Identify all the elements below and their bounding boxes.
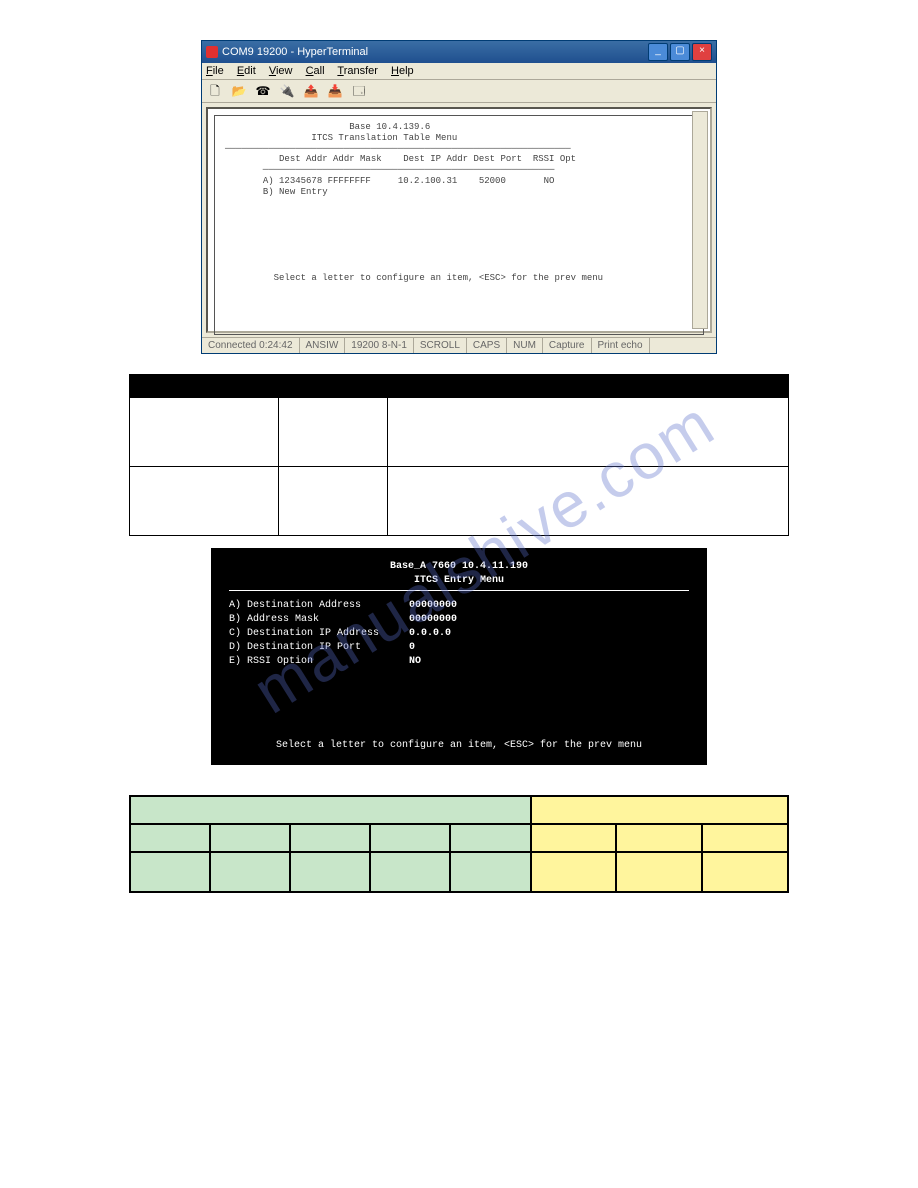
menu-edit[interactable]: Edit — [237, 65, 256, 77]
status-connected: Connected 0:24:42 — [202, 338, 300, 353]
itcs-entry-console: Base_A 7660 10.4.11.190 ITCS Entry Menu … — [211, 548, 707, 765]
table-cell — [210, 824, 290, 852]
table-cell — [290, 852, 370, 892]
description-table — [129, 374, 789, 536]
table-cell — [130, 852, 210, 892]
terminal-text: Base 10.4.139.6 ITCS Translation Table M… — [214, 115, 704, 335]
console-row: C) Destination IP Address0.0.0.0 — [229, 627, 689, 641]
table-cell — [210, 852, 290, 892]
close-button[interactable]: × — [692, 43, 712, 61]
table-cell — [388, 467, 789, 536]
connect-icon[interactable]: ☎ — [254, 82, 272, 100]
console-row: A) Destination Address00000000 — [229, 599, 689, 613]
status-caps: CAPS — [467, 338, 507, 353]
table-cell — [279, 467, 388, 536]
console-header1: Base_A 7660 10.4.11.190 — [229, 560, 689, 574]
disconnect-icon[interactable]: 🔌 — [278, 82, 296, 100]
packet-layout-table — [129, 795, 789, 893]
new-icon[interactable]: 🗋 — [206, 82, 224, 100]
titlebar: COM9 19200 - HyperTerminal _ ▢ × — [202, 41, 716, 63]
statusbar: Connected 0:24:42 ANSIW 19200 8-N-1 SCRO… — [202, 337, 716, 353]
properties-icon[interactable]: 🗔 — [350, 82, 368, 100]
console-row: E) RSSI OptionNO — [229, 655, 689, 669]
status-emulation: ANSIW — [300, 338, 346, 353]
status-capture: Capture — [543, 338, 592, 353]
minimize-button[interactable]: _ — [648, 43, 668, 61]
maximize-button[interactable]: ▢ — [670, 43, 690, 61]
terminal-area: Base 10.4.139.6 ITCS Translation Table M… — [206, 107, 712, 333]
menu-transfer[interactable]: Transfer — [337, 65, 378, 77]
table-cell — [702, 824, 788, 852]
console-row: B) Address Mask00000000 — [229, 613, 689, 627]
table-cell — [531, 852, 617, 892]
table-cell — [531, 796, 788, 824]
send-icon[interactable]: 📤 — [302, 82, 320, 100]
receive-icon[interactable]: 📥 — [326, 82, 344, 100]
table-cell — [450, 852, 530, 892]
console-footer: Select a letter to configure an item, <E… — [229, 739, 689, 753]
table-cell — [370, 824, 450, 852]
table-cell — [702, 852, 788, 892]
hyperterminal-window: COM9 19200 - HyperTerminal _ ▢ × File Ed… — [201, 40, 717, 354]
menu-view[interactable]: View — [269, 65, 293, 77]
table-cell — [370, 852, 450, 892]
table-cell — [130, 824, 210, 852]
window-title: COM9 19200 - HyperTerminal — [222, 46, 368, 58]
menubar: File Edit View Call Transfer Help — [202, 63, 716, 80]
table-cell — [290, 824, 370, 852]
table-cell — [130, 398, 279, 467]
open-icon[interactable]: 📂 — [230, 82, 248, 100]
menu-call[interactable]: Call — [306, 65, 325, 77]
console-header2: ITCS Entry Menu — [229, 574, 689, 588]
table-cell — [616, 824, 702, 852]
app-icon — [206, 46, 218, 58]
status-scroll: SCROLL — [414, 338, 467, 353]
table-cell — [130, 467, 279, 536]
table-cell — [279, 398, 388, 467]
table-cell — [130, 796, 531, 824]
table-cell — [450, 824, 530, 852]
table-cell — [531, 824, 617, 852]
status-num: NUM — [507, 338, 543, 353]
toolbar: 🗋 📂 ☎ 🔌 📤 📥 🗔 — [202, 80, 716, 103]
table-cell — [388, 398, 789, 467]
menu-file[interactable]: File — [206, 65, 224, 77]
scrollbar[interactable] — [692, 111, 708, 329]
status-baud: 19200 8-N-1 — [345, 338, 414, 353]
table-cell — [616, 852, 702, 892]
console-row: D) Destination IP Port0 — [229, 641, 689, 655]
status-echo: Print echo — [592, 338, 650, 353]
menu-help[interactable]: Help — [391, 65, 414, 77]
